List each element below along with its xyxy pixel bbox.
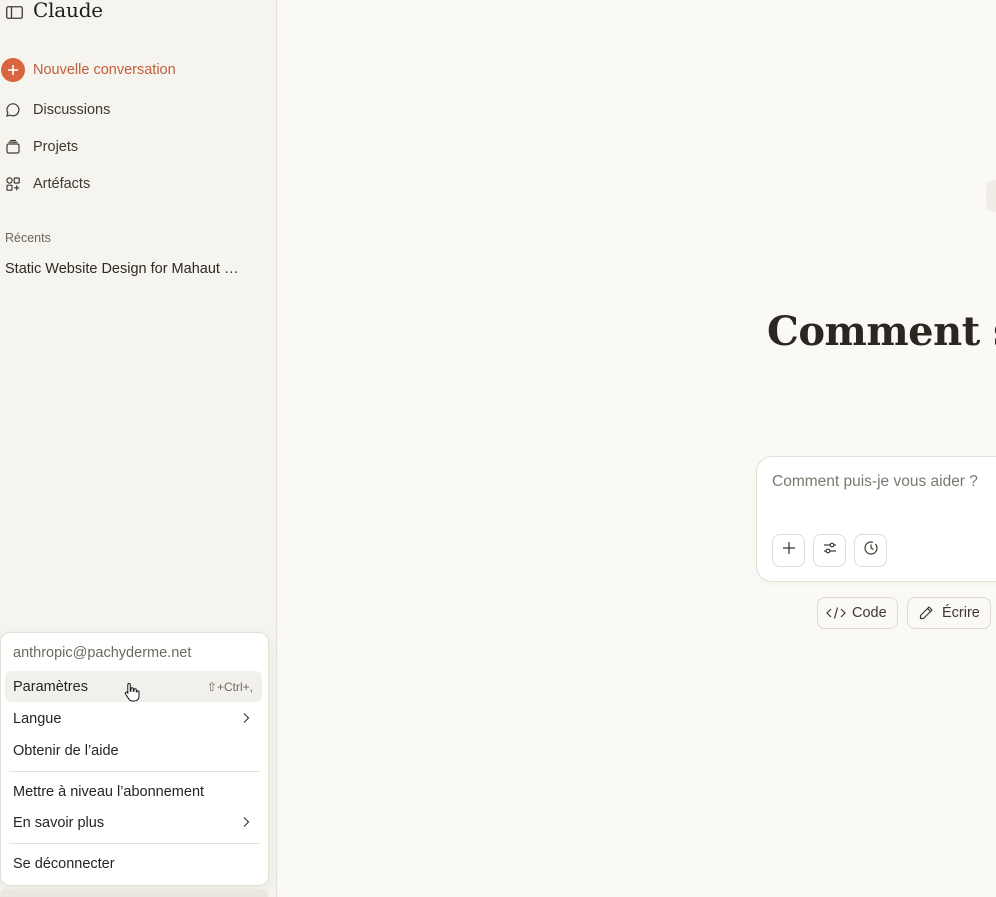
menu-item-help[interactable]: Obtenir de l’aide bbox=[5, 735, 262, 766]
menu-divider bbox=[9, 771, 259, 772]
sliders-icon bbox=[823, 541, 837, 560]
sidebar-item-discussions[interactable]: Discussions bbox=[0, 96, 260, 124]
menu-item-label: Obtenir de l’aide bbox=[13, 742, 119, 759]
chat-bubble-icon bbox=[0, 97, 26, 123]
account-button[interactable] bbox=[0, 889, 268, 897]
code-icon bbox=[826, 605, 846, 621]
account-email: anthropic@pachyderme.net bbox=[13, 645, 192, 661]
sidebar-toggle-icon[interactable] bbox=[5, 5, 23, 19]
history-button[interactable] bbox=[854, 534, 887, 567]
edge-panel bbox=[986, 180, 996, 212]
message-input[interactable] bbox=[772, 473, 996, 491]
new-conversation-label: Nouvelle conversation bbox=[33, 62, 176, 78]
menu-item-upgrade[interactable]: Mettre à niveau l’abonnement bbox=[5, 776, 262, 807]
settings-shortcut: ⇧+Ctrl+, bbox=[206, 679, 253, 694]
sidebar: Claude Nouvelle conversation Discussions… bbox=[0, 0, 277, 897]
folder-stack-icon bbox=[0, 134, 26, 160]
menu-item-learn-more[interactable]: En savoir plus bbox=[5, 807, 262, 838]
chevron-right-icon bbox=[239, 711, 253, 725]
shapes-icon bbox=[0, 171, 26, 197]
account-menu: anthropic@pachyderme.net Paramètres ⇧+Ct… bbox=[0, 632, 269, 886]
plus-circle-icon bbox=[0, 57, 26, 83]
plus-icon bbox=[782, 541, 796, 560]
chevron-right-icon bbox=[239, 815, 253, 829]
recents-title: Récents bbox=[5, 231, 51, 245]
chip-label: Code bbox=[852, 605, 887, 621]
write-chip-button[interactable]: Écrire bbox=[907, 597, 991, 629]
sidebar-item-artefacts[interactable]: Artéfacts bbox=[0, 170, 260, 198]
tools-button[interactable] bbox=[813, 534, 846, 567]
main-content: Comment s’en Code Écrire bbox=[277, 0, 996, 897]
code-chip-button[interactable]: Code bbox=[817, 597, 898, 629]
hand-cursor-icon bbox=[124, 682, 140, 702]
menu-item-label: En savoir plus bbox=[13, 814, 105, 831]
sidebar-item-projets[interactable]: Projets bbox=[0, 133, 260, 161]
menu-divider bbox=[9, 843, 259, 844]
brand: Claude bbox=[5, 0, 103, 24]
clock-history-icon bbox=[863, 540, 879, 561]
chip-label: Écrire bbox=[942, 605, 980, 621]
menu-item-label: Mettre à niveau l’abonnement bbox=[13, 783, 205, 800]
greeting-title: Comment s’en bbox=[767, 308, 996, 355]
sidebar-item-label: Projets bbox=[33, 139, 79, 155]
add-attachment-button[interactable] bbox=[772, 534, 805, 567]
menu-item-language[interactable]: Langue bbox=[5, 703, 262, 734]
menu-item-label: Paramètres bbox=[13, 678, 88, 695]
composer bbox=[756, 456, 996, 582]
menu-item-logout[interactable]: Se déconnecter bbox=[5, 848, 262, 879]
menu-item-label: Se déconnecter bbox=[13, 855, 115, 872]
recent-conversation-item[interactable]: Static Website Design for Mahaut … bbox=[5, 261, 250, 277]
new-conversation-button[interactable]: Nouvelle conversation bbox=[0, 56, 260, 84]
app-name: Claude bbox=[33, 0, 103, 22]
sidebar-item-label: Artéfacts bbox=[33, 176, 91, 192]
pencil-icon bbox=[916, 605, 936, 621]
sidebar-item-label: Discussions bbox=[33, 102, 111, 118]
menu-item-label: Langue bbox=[13, 710, 62, 727]
